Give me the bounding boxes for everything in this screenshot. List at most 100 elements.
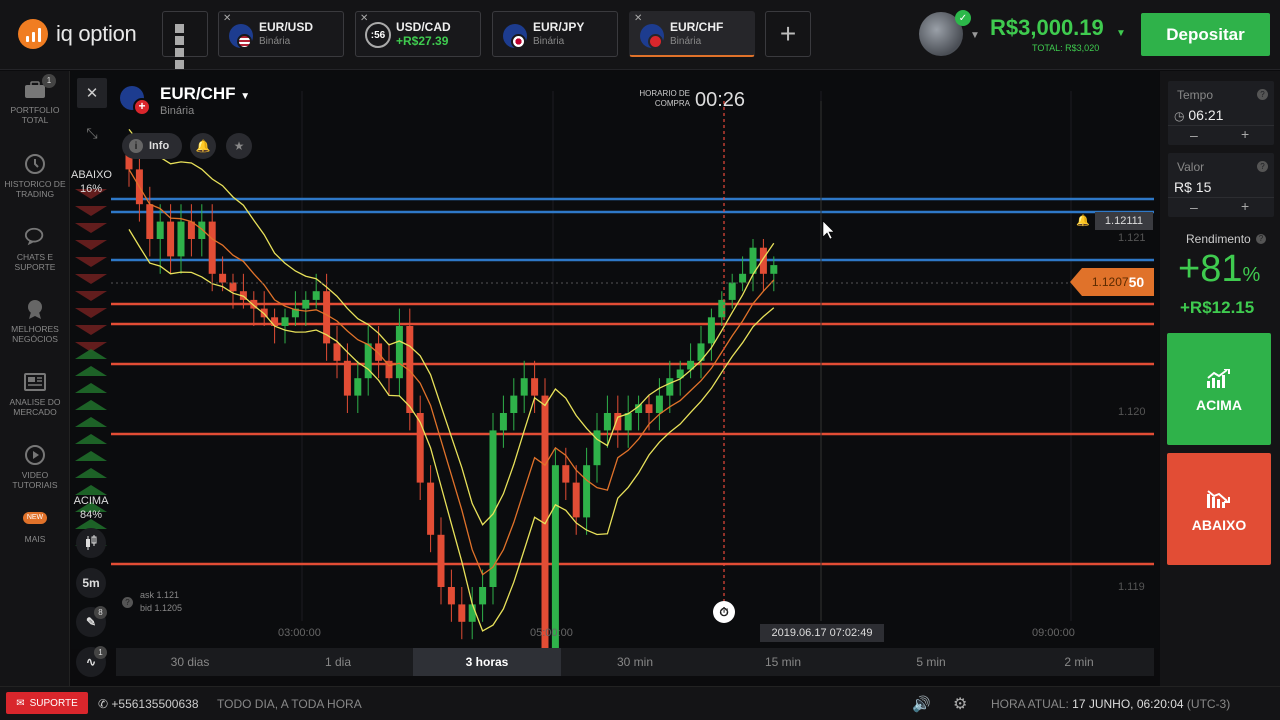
purchase-countdown: 00:26 — [695, 89, 746, 111]
account-total: TOTAL: R$3,020 — [1032, 43, 1100, 53]
support-phone[interactable]: ✆ +556135500638 — [98, 697, 199, 711]
close-tab-icon[interactable]: ✕ — [360, 13, 368, 24]
stopwatch-icon[interactable]: ⏱ — [713, 601, 735, 623]
candle-body — [364, 343, 372, 379]
timeframe-2-min[interactable]: 2 min — [1005, 648, 1153, 676]
amount-box[interactable]: Valor ? R$ 15 – + — [1168, 153, 1274, 217]
sidebar-item-label: PORTFOLIO TOTAL — [10, 105, 60, 125]
sentiment-down-arrow — [75, 257, 107, 267]
candle-body — [343, 360, 351, 396]
timeframe-5-min[interactable]: 5 min — [857, 648, 1005, 676]
phone-icon: ✆ — [98, 697, 109, 711]
timeframe-30-min[interactable]: 30 min — [561, 648, 709, 676]
sentiment-up-arrow — [75, 349, 107, 359]
gear-icon[interactable]: ⚙ — [953, 694, 967, 714]
help-icon[interactable]: ? — [1257, 161, 1268, 172]
drawing-count-badge: 8 — [94, 606, 107, 619]
volume-icon[interactable]: 🔊 — [912, 695, 931, 713]
bell-icon[interactable]: 🔔 — [190, 133, 216, 159]
candle-body — [739, 273, 747, 283]
current-price-tag: 1.12111 — [1095, 212, 1153, 230]
candle-body — [603, 413, 611, 431]
period-button[interactable]: 5m — [76, 568, 106, 598]
support-button[interactable]: ✉ SUPORTE — [6, 692, 88, 714]
chat-icon — [24, 226, 46, 248]
bid-price: bid 1.1205 — [140, 603, 183, 613]
sentiment-down-arrow — [75, 308, 107, 318]
candle-body — [271, 317, 279, 326]
new-badge: NEW — [22, 512, 48, 524]
sidebar-item-video-tutorials[interactable]: VIDEO TUTORIAIS — [0, 444, 70, 490]
candle-body — [395, 326, 403, 379]
sidebar-item-history[interactable]: HISTORICO DE TRADING — [0, 153, 70, 199]
timeframe-30-days[interactable]: 30 dias — [116, 648, 264, 676]
current-time: HORA ATUAL: 17 JUNHO, 06:20:04 (UTC-3) — [991, 697, 1230, 711]
call-button[interactable]: ACIMA — [1167, 333, 1271, 445]
deposit-button[interactable]: Depositar — [1141, 13, 1270, 56]
candlestick-icon — [86, 535, 97, 550]
chevron-down-icon[interactable]: ▼ — [1116, 28, 1126, 39]
candle-body — [146, 204, 154, 239]
candle-body — [510, 395, 518, 413]
tab-asset-type: Binária — [533, 36, 565, 47]
time-axis-label: 03:00:00 — [278, 627, 321, 639]
ch-flag-icon: + — [133, 98, 151, 116]
star-icon[interactable]: ★ — [226, 133, 252, 159]
sentiment-down-arrow — [75, 274, 107, 284]
live-price-main: 1.1207 — [1091, 275, 1129, 289]
candle-body — [583, 465, 591, 518]
candle-body — [427, 482, 435, 535]
portfolio-count-badge: 1 — [42, 74, 56, 88]
close-tab-icon[interactable]: ✕ — [223, 13, 231, 24]
candle-body — [219, 273, 227, 283]
increase-amount-button[interactable]: + — [1241, 198, 1249, 214]
asset-tab-eurusd[interactable]: ✕ EUR/USD Binária — [218, 11, 344, 57]
close-tab-icon[interactable]: ✕ — [634, 13, 642, 24]
candle-body — [499, 413, 507, 431]
candle-body — [655, 395, 663, 413]
tab-asset-name: EUR/USD — [259, 20, 314, 34]
increase-time-button[interactable]: + — [1241, 126, 1249, 142]
tab-asset-type: Binária — [259, 36, 291, 47]
timeframe-1-day[interactable]: 1 dia — [264, 648, 412, 676]
account-balance[interactable]: R$3,000.19 — [990, 15, 1104, 41]
help-icon[interactable]: ? — [1256, 234, 1266, 244]
help-icon[interactable]: ? — [1257, 89, 1268, 100]
amount-value[interactable]: R$ 15 — [1174, 179, 1211, 195]
sidebar-item-portfolio[interactable]: 1 PORTFOLIO TOTAL — [0, 74, 70, 125]
logo[interactable]: iq option — [18, 19, 137, 49]
asset-grid-button[interactable] — [162, 11, 208, 69]
asset-tab-usdcad[interactable]: ✕ :56 USD/CAD +R$27.39 — [355, 11, 481, 57]
sentiment-down: ABAIXO 16% — [71, 168, 112, 196]
decrease-amount-button[interactable]: – — [1190, 199, 1198, 215]
candle-body — [531, 378, 539, 396]
asset-tab-eurjpy[interactable]: EUR/JPY Binária — [492, 11, 618, 57]
expiry-time-box[interactable]: Tempo ? ◷ 06:21 – + — [1168, 81, 1274, 145]
candle-body — [198, 221, 206, 239]
chart-type-button[interactable] — [76, 528, 106, 558]
put-button[interactable]: ABAIXO — [1167, 453, 1271, 565]
sidebar-item-more[interactable]: NEW MAIS — [0, 511, 70, 544]
price-alert-icon[interactable]: 🔔 — [1076, 214, 1090, 227]
asset-tab-eurchf[interactable]: ✕ EUR/CHF Binária — [629, 11, 755, 57]
sidebar-item-chats[interactable]: CHATS E SUPORTE — [0, 226, 70, 272]
close-icon[interactable]: ✕ — [77, 78, 107, 108]
sidebar-item-market-analysis[interactable]: ANALISE DO MERCADO — [0, 371, 70, 417]
sidebar-item-label: MELHORES NEGÓCIOS — [11, 324, 59, 344]
timeframe-3-hours[interactable]: 3 horas — [413, 648, 561, 676]
collapse-icon[interactable]: ⤡ — [77, 118, 107, 148]
decrease-time-button[interactable]: – — [1190, 127, 1198, 143]
return-percent-unit: % — [1242, 264, 1261, 286]
mouse-cursor-icon — [822, 220, 835, 240]
sidebar-item-best-deals[interactable]: MELHORES NEGÓCIOS — [0, 298, 70, 344]
pencil-icon: ✎ — [85, 615, 97, 629]
asset-selector[interactable]: EUR/CHF ▼ — [160, 84, 250, 104]
clock-icon: ◷ — [1174, 109, 1185, 123]
add-asset-button[interactable]: + — [765, 11, 811, 57]
chevron-down-icon[interactable]: ▼ — [970, 30, 980, 41]
info-button[interactable]: i Info — [122, 133, 182, 159]
timeframe-15-min[interactable]: 15 min — [709, 648, 857, 676]
candle-body — [333, 343, 341, 361]
help-icon[interactable]: ? — [122, 597, 133, 608]
tab-asset-name: EUR/JPY — [533, 20, 585, 34]
